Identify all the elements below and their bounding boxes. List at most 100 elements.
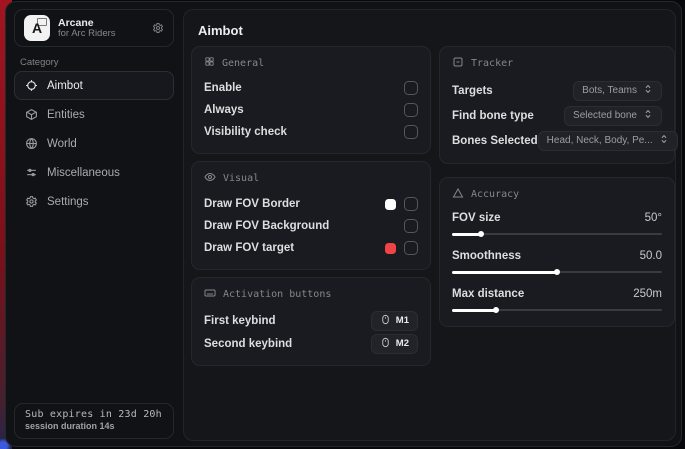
setting-label: Enable	[204, 82, 242, 94]
sidebar-item-label: Entities	[47, 109, 85, 121]
setting-label: Find bone type	[452, 110, 534, 122]
sidebar-item-entities[interactable]: Entities	[14, 100, 174, 129]
sliders-icon	[25, 166, 38, 179]
card-tracker: Tracker Targets Bots, Teams Find bone ty…	[439, 46, 675, 164]
setting-row-find-bone-type: Find bone type Selected bone	[452, 103, 662, 128]
fov-background-checkbox[interactable]	[404, 219, 418, 233]
setting-label: Draw FOV Border	[204, 198, 300, 210]
setting-value: 50°	[645, 212, 662, 224]
setting-row-max-distance: Max distance 250m	[452, 285, 662, 314]
setting-label: FOV size	[452, 212, 501, 224]
setting-row-bones-selected: Bones Selected Head, Neck, Body, Pe...	[452, 128, 662, 153]
fov-border-checkbox[interactable]	[404, 197, 418, 211]
sidebar-item-label: World	[47, 138, 77, 150]
globe-icon	[25, 137, 38, 150]
chevrons-up-down-icon	[643, 84, 653, 97]
crosshair-icon	[25, 79, 38, 92]
fov-size-slider[interactable]	[452, 230, 662, 238]
setting-label: Targets	[452, 85, 493, 97]
column-left: General Enable Always Visibility check	[191, 46, 431, 366]
mouse-icon	[380, 337, 391, 351]
app-header: A Arcane for Arc Riders	[14, 9, 174, 47]
visibility-check-checkbox[interactable]	[404, 125, 418, 139]
first-keybind-button[interactable]: M1	[371, 311, 418, 331]
bones-selected-dropdown[interactable]: Head, Neck, Body, Pe...	[538, 131, 678, 151]
sidebar: A Arcane for Arc Riders Category Aimbot	[6, 2, 182, 446]
sidebar-item-aimbot[interactable]: Aimbot	[14, 71, 174, 100]
setting-label: Draw FOV Background	[204, 220, 329, 232]
card-general: General Enable Always Visibility check	[191, 46, 431, 154]
main-panel: Aimbot General Enable Always	[183, 9, 676, 441]
grid-icon	[204, 56, 215, 70]
setting-label: Draw FOV target	[204, 242, 294, 254]
mouse-icon	[380, 314, 391, 328]
cube-icon	[25, 108, 38, 121]
dropdown-value: Bots, Teams	[582, 85, 637, 96]
setting-row-second-keybind: Second keybind M2	[204, 332, 418, 355]
enable-checkbox[interactable]	[404, 81, 418, 95]
setting-row-always: Always	[204, 99, 418, 121]
setting-label: Max distance	[452, 288, 524, 300]
app-subtitle: for Arc Riders	[58, 29, 144, 40]
chevrons-up-down-icon	[643, 109, 653, 122]
sidebar-item-label: Miscellaneous	[47, 167, 120, 179]
setting-row-first-keybind: First keybind M1	[204, 309, 418, 332]
keyboard-icon	[204, 287, 216, 302]
keybind-value: M2	[396, 338, 409, 349]
targets-dropdown[interactable]: Bots, Teams	[573, 81, 662, 101]
column-right: Tracker Targets Bots, Teams Find bone ty…	[439, 46, 675, 327]
card-title: Accuracy	[471, 189, 519, 200]
subscription-info: Sub expires in 23d 20h session duration …	[14, 403, 174, 439]
card-title: General	[222, 58, 264, 69]
setting-row-fov-target: Draw FOV target	[204, 237, 418, 259]
setting-value: 50.0	[640, 250, 662, 262]
setting-label: Always	[204, 104, 244, 116]
keybind-value: M1	[396, 315, 409, 326]
fov-target-checkbox[interactable]	[404, 241, 418, 255]
eye-icon	[204, 171, 216, 186]
setting-label: Visibility check	[204, 126, 287, 138]
setting-row-fov-size: FOV size 50°	[452, 209, 662, 238]
dropdown-value: Selected bone	[573, 110, 637, 121]
chevrons-up-down-icon	[659, 134, 669, 147]
sidebar-item-label: Aimbot	[47, 80, 83, 92]
category-label: Category	[20, 57, 59, 68]
smoothness-slider[interactable]	[452, 268, 662, 276]
setting-label: Smoothness	[452, 250, 521, 262]
setting-row-fov-border: Draw FOV Border	[204, 193, 418, 215]
setting-row-fov-background: Draw FOV Background	[204, 215, 418, 237]
scan-icon	[452, 56, 464, 71]
setting-row-enable: Enable	[204, 77, 418, 99]
setting-label: Second keybind	[204, 338, 292, 350]
gear-icon	[25, 195, 38, 208]
settings-gear-icon[interactable]	[152, 22, 164, 34]
sub-expiry-text: Sub expires in 23d 20h	[25, 409, 163, 420]
triangle-icon	[452, 187, 464, 202]
setting-label: Bones Selected	[452, 135, 538, 147]
setting-row-smoothness: Smoothness 50.0	[452, 247, 662, 276]
color-swatch[interactable]	[385, 199, 396, 210]
card-accuracy: Accuracy FOV size 50° Smoothness	[439, 177, 675, 327]
sidebar-item-settings[interactable]: Settings	[14, 187, 174, 216]
setting-row-targets: Targets Bots, Teams	[452, 78, 662, 103]
always-checkbox[interactable]	[404, 103, 418, 117]
card-title: Tracker	[471, 58, 513, 69]
dropdown-value: Head, Neck, Body, Pe...	[547, 135, 653, 146]
card-visual: Visual Draw FOV Border Draw FOV Backgrou…	[191, 161, 431, 270]
card-title: Visual	[223, 173, 259, 184]
find-bone-type-dropdown[interactable]: Selected bone	[564, 106, 662, 126]
second-keybind-button[interactable]: M2	[371, 334, 418, 354]
color-swatch[interactable]	[385, 243, 396, 254]
session-duration-text: session duration 14s	[25, 421, 163, 431]
card-activation-buttons: Activation buttons First keybind M1 Seco…	[191, 277, 431, 366]
max-distance-slider[interactable]	[452, 306, 662, 314]
setting-label: First keybind	[204, 315, 276, 327]
sidebar-item-miscellaneous[interactable]: Miscellaneous	[14, 158, 174, 187]
card-title: Activation buttons	[223, 289, 331, 300]
sidebar-nav: Aimbot Entities World Miscellaneous	[14, 71, 174, 216]
sidebar-item-label: Settings	[47, 196, 89, 208]
sidebar-item-world[interactable]: World	[14, 129, 174, 158]
setting-value: 250m	[633, 288, 662, 300]
page-title: Aimbot	[198, 23, 243, 38]
setting-row-visibility-check: Visibility check	[204, 121, 418, 143]
